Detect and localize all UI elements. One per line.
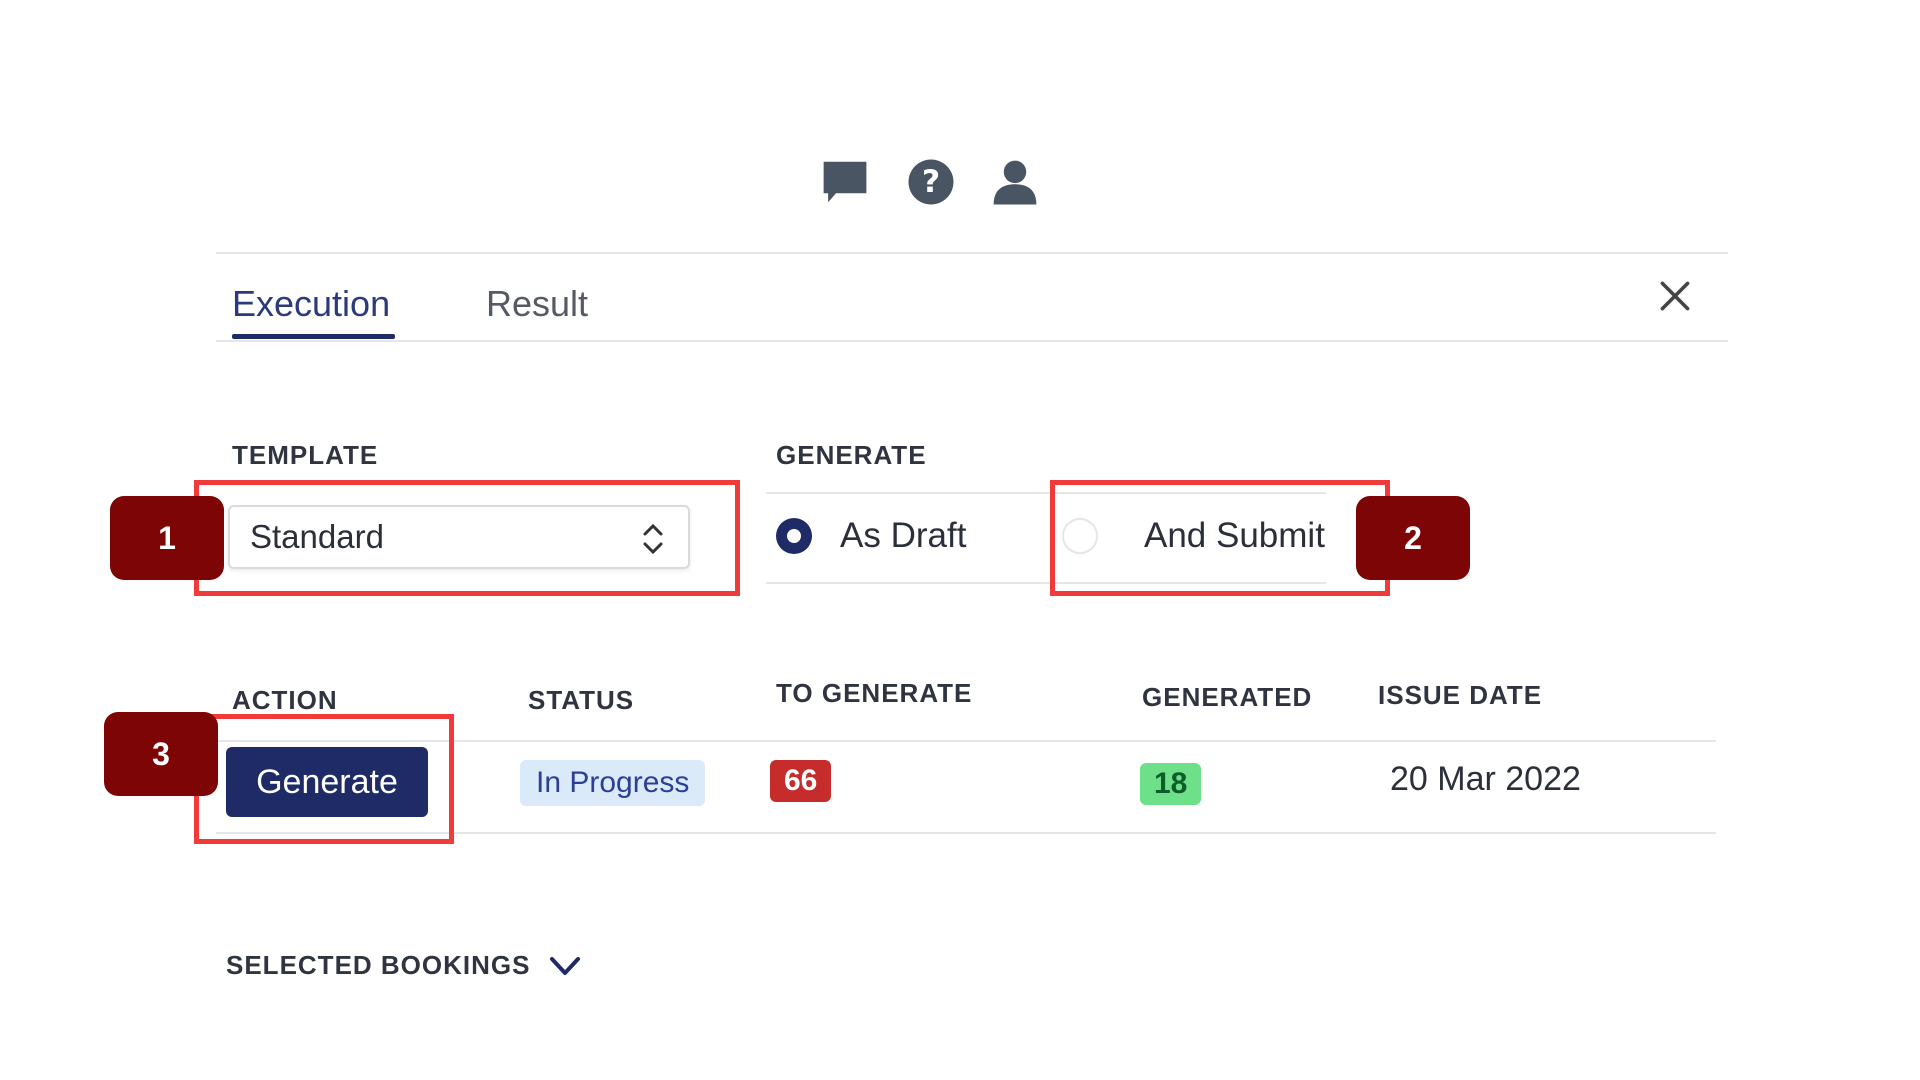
tab-execution[interactable]: Execution <box>232 283 390 325</box>
issue-date-value: 20 Mar 2022 <box>1390 760 1581 798</box>
marker-3: 3 <box>104 712 218 796</box>
template-label: TEMPLATE <box>232 440 379 470</box>
highlight-box-template <box>194 480 740 596</box>
chat-icon[interactable] <box>818 155 872 209</box>
highlight-box-generate <box>194 714 454 844</box>
header-generated: GENERATED <box>1142 682 1313 712</box>
header-issue-date: ISSUE DATE <box>1378 680 1543 710</box>
radio-as-draft[interactable]: As Draft <box>776 516 966 556</box>
user-icon[interactable] <box>988 155 1042 209</box>
radio-as-draft-control[interactable] <box>776 518 812 554</box>
svg-text:?: ? <box>922 164 940 200</box>
chevron-down-icon <box>550 956 581 975</box>
header-status: STATUS <box>528 685 635 715</box>
tabs-divider <box>216 340 1728 342</box>
header-action: ACTION <box>232 685 338 715</box>
selected-bookings-label: SELECTED BOOKINGS <box>226 950 531 980</box>
radio-as-draft-label: As Draft <box>840 516 967 555</box>
close-button[interactable] <box>1653 274 1697 318</box>
highlight-box-and-submit <box>1050 480 1390 596</box>
to-generate-badge: 66 <box>770 760 832 802</box>
status-badge: In Progress <box>520 760 706 806</box>
marker-1: 1 <box>110 496 224 580</box>
generate-label: GENERATE <box>776 440 927 470</box>
active-tab-indicator <box>232 334 395 339</box>
panel-top-divider <box>216 252 1728 254</box>
header-to-generate: TO GENERATE <box>776 678 973 708</box>
selected-bookings-toggle[interactable]: SELECTED BOOKINGS <box>226 950 582 981</box>
tab-result[interactable]: Result <box>486 283 588 325</box>
close-icon <box>1660 281 1690 311</box>
generated-badge: 18 <box>1140 763 1202 805</box>
marker-2: 2 <box>1356 496 1470 580</box>
help-icon[interactable]: ? <box>904 155 958 209</box>
